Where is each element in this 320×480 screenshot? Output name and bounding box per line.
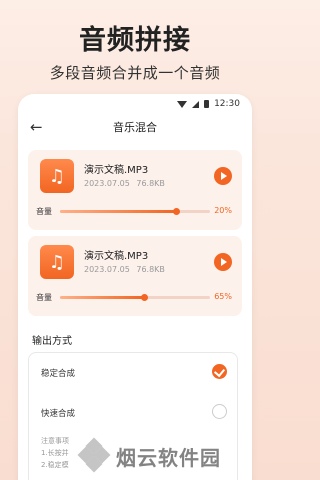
file-meta: 2023.07.05 76.8KB bbox=[84, 265, 169, 274]
notes: 注意事项 1.长按并 2.稳定模 bbox=[41, 435, 69, 471]
status-time: 12:30 bbox=[214, 99, 240, 109]
file-meta: 2023.07.05 76.8KB bbox=[84, 179, 169, 188]
back-button[interactable]: ← bbox=[30, 119, 48, 135]
arrow-left-icon: ← bbox=[30, 118, 43, 136]
note-line: 1.长按并 bbox=[41, 449, 69, 457]
hero-subtitle: 多段音频合并成一个音频 bbox=[49, 64, 221, 82]
volume-slider[interactable] bbox=[60, 294, 210, 301]
radio-checked-icon[interactable] bbox=[212, 364, 227, 379]
hero-title: 音频拼接 bbox=[79, 25, 191, 56]
option-label: 快速合成 bbox=[41, 409, 76, 419]
volume-thumb[interactable] bbox=[141, 294, 148, 301]
file-date: 2023.07.05 bbox=[84, 179, 130, 188]
nav-bar: ← 音乐混合 bbox=[18, 114, 252, 140]
battery-icon bbox=[204, 100, 210, 108]
file-size: 76.8KB bbox=[136, 179, 165, 188]
audio-card: ♫ 演示文稿.MP3 2023.07.05 76.8KB 音量 65% bbox=[28, 236, 242, 316]
signal-icon bbox=[192, 100, 200, 108]
audio-card: ♫ 演示文稿.MP3 2023.07.05 76.8KB 音量 20% bbox=[28, 150, 242, 230]
volume-thumb[interactable] bbox=[172, 208, 180, 215]
music-note-icon: ♫ bbox=[40, 159, 74, 193]
play-button[interactable] bbox=[214, 253, 232, 271]
wifi-icon bbox=[177, 100, 188, 108]
status-bar: 12:30 bbox=[18, 94, 252, 114]
watermark: 烟云软件园 bbox=[77, 432, 270, 480]
watermark-text: 烟云软件园 bbox=[116, 445, 221, 470]
phone-screen: 12:30 ← 音乐混合 ♫ 演示文稿.MP3 2023.07.05 76.8K… bbox=[18, 94, 252, 480]
page-title: 音乐混合 bbox=[113, 121, 157, 134]
radio-unchecked-icon[interactable] bbox=[212, 404, 227, 419]
watermark-logo-icon bbox=[77, 437, 111, 473]
option-label: 稳定合成 bbox=[41, 369, 76, 379]
file-date: 2023.07.05 bbox=[84, 265, 130, 274]
file-name: 演示文稿.MP3 bbox=[84, 251, 149, 262]
play-button[interactable] bbox=[214, 167, 232, 185]
volume-label: 音量 bbox=[36, 293, 52, 302]
file-name: 演示文稿.MP3 bbox=[84, 165, 149, 176]
file-size: 76.8KB bbox=[136, 265, 165, 274]
option-fast[interactable]: 快速合成 bbox=[29, 401, 237, 425]
volume-percent: 65% bbox=[214, 292, 232, 301]
music-note-icon: ♫ bbox=[40, 245, 74, 279]
volume-fill bbox=[60, 296, 144, 299]
output-section-title: 输出方式 bbox=[32, 336, 72, 347]
option-stable[interactable]: 稳定合成 bbox=[29, 361, 237, 385]
volume-fill bbox=[60, 210, 176, 213]
notes-title: 注意事项 bbox=[41, 437, 69, 445]
note-line: 2.稳定模 bbox=[41, 461, 69, 469]
volume-slider[interactable] bbox=[60, 208, 210, 215]
volume-percent: 20% bbox=[214, 206, 232, 215]
volume-label: 音量 bbox=[36, 207, 52, 216]
